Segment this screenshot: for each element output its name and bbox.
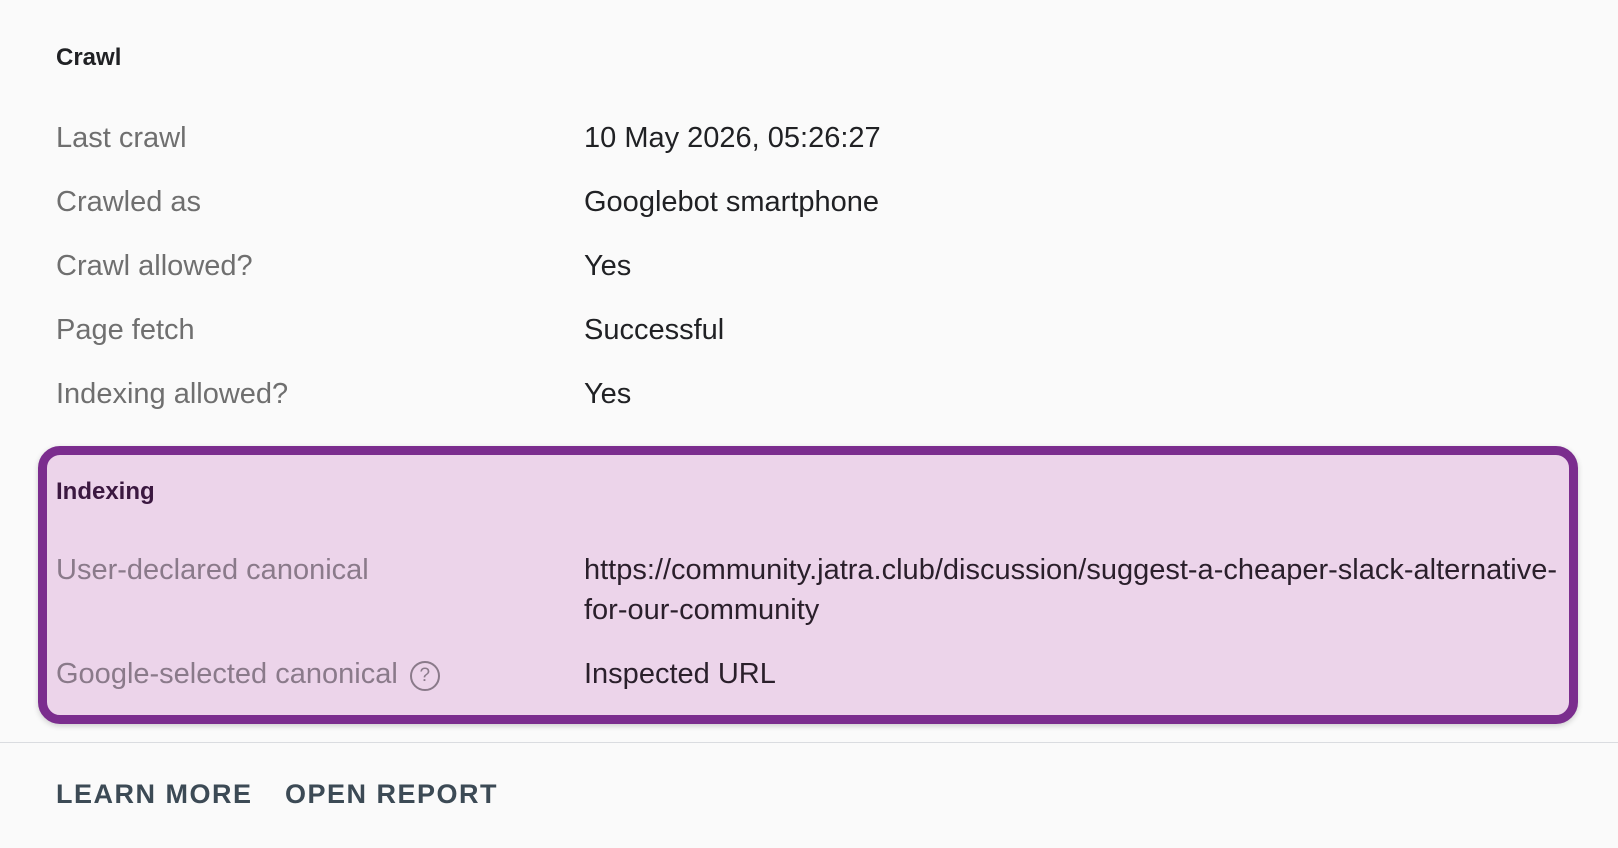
page-fetch-value: Successful — [584, 314, 725, 346]
user-declared-canonical-label: User-declared canonical — [56, 554, 369, 586]
indexing-allowed-value: Yes — [584, 378, 632, 410]
footer-divider — [0, 742, 1618, 743]
user-declared-canonical-value: https://community.jatra.club/discussion/… — [584, 554, 1557, 626]
google-selected-canonical-value: Inspected URL — [584, 658, 776, 690]
learn-more-button[interactable]: LEARN MORE — [56, 774, 253, 814]
crawl-section-title: Crawl — [56, 44, 122, 71]
page-fetch-label: Page fetch — [56, 314, 195, 346]
crawl-allowed-label: Crawl allowed? — [56, 250, 253, 282]
google-selected-canonical-label-row: Google-selected canonical? — [56, 654, 440, 694]
last-crawl-value: 10 May 2026, 05:26:27 — [584, 122, 881, 154]
google-selected-canonical-label: Google-selected canonical — [56, 658, 398, 690]
indexing-section-title: Indexing — [56, 478, 155, 505]
crawl-allowed-value: Yes — [584, 250, 632, 282]
crawled-as-label: Crawled as — [56, 186, 202, 218]
crawled-as-value: Googlebot smartphone — [584, 186, 880, 218]
open-report-button[interactable]: OPEN REPORT — [285, 774, 498, 814]
help-circle-icon[interactable]: ? — [409, 661, 440, 691]
indexing-allowed-label: Indexing allowed? — [56, 378, 289, 410]
last-crawl-label: Last crawl — [56, 122, 187, 154]
